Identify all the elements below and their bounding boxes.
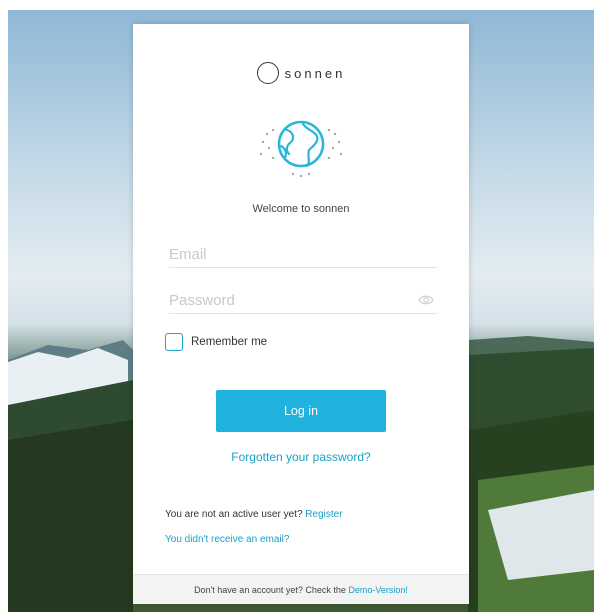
resend-email-link[interactable]: You didn't receive an email? (165, 534, 289, 545)
demo-prompt-text: Don't have an account yet? Check the (194, 584, 346, 595)
remember-me-checkbox[interactable] (165, 333, 183, 351)
demo-prompt: Don't have an account yet? Check the Dem… (194, 585, 408, 595)
password-field[interactable] (169, 288, 437, 314)
register-link[interactable]: Register (305, 509, 342, 520)
register-prompt-text: You are not an active user yet? (165, 509, 303, 520)
forgot-password-link[interactable]: Forgotten your password? (133, 450, 469, 464)
brand-name: sonnen (284, 65, 346, 81)
email-field[interactable] (169, 242, 437, 268)
register-prompt: You are not an active user yet? Register (165, 509, 343, 520)
circle-logo-icon (256, 62, 279, 84)
login-card: sonnen Welcome to sonnen Remember me Log… (133, 24, 469, 604)
remember-me-toggle[interactable]: Remember me (165, 333, 267, 351)
login-button[interactable]: Log in (216, 390, 386, 432)
demo-version-link[interactable]: Demo-Version! (348, 585, 408, 595)
remember-me-label: Remember me (191, 336, 268, 348)
footer-bar: Don't have an account yet? Check the Dem… (133, 574, 469, 604)
welcome-heading: Welcome to sonnen (252, 203, 350, 215)
globe-icon (259, 120, 343, 178)
eye-icon[interactable] (418, 294, 434, 306)
brand-logo: sonnen (133, 60, 469, 86)
